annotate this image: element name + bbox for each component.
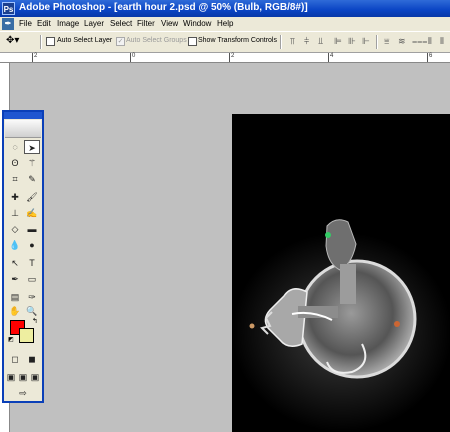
distribute-top-icon[interactable]: ⩸ [384,36,389,47]
brush-tool-icon[interactable]: 🖌 [24,190,40,204]
separator [280,35,282,49]
clone-stamp-tool-icon[interactable]: ⊥ [7,206,23,220]
screen-mode-full-icon[interactable]: ▣ [29,370,41,384]
ruler-label: 6 [429,53,433,59]
hand-tool-icon[interactable]: ✋ [7,304,23,318]
window-title: Adobe Photoshop - [earth hour 2.psd @ 50… [19,2,308,13]
align-left-icon[interactable]: ⊫ [334,36,342,47]
photoshop-app-icon[interactable]: Ps [2,2,15,15]
crop-tool-icon[interactable]: ⌗ [7,172,23,186]
menu-window[interactable]: Window [183,19,211,28]
slice-tool-icon[interactable]: ✎ [24,172,40,186]
horizontal-ruler: 2 0 2 4 6 [0,53,450,63]
auto-select-groups-checkbox: ✓ [116,37,125,46]
menu-filter[interactable]: Filter [137,19,155,28]
screen-mode-full-menu-icon[interactable]: ▣ [17,370,29,384]
pen-tool-icon[interactable]: ✒ [7,272,23,286]
dodge-tool-icon[interactable]: ● [24,238,40,252]
align-right-icon[interactable]: ⊩ [362,36,370,47]
menu-image[interactable]: Image [57,19,79,28]
distribute-vcenter-icon[interactable]: ≋ [398,36,406,47]
healing-brush-tool-icon[interactable]: ✚ [7,190,23,204]
standard-mode-icon[interactable]: ◻ [7,352,23,366]
show-transform-controls-label: Show Transform Controls [198,37,277,44]
feather-logo-icon[interactable]: ✒ [2,18,14,30]
distribute-right-icon[interactable]: ⦀ [440,36,444,47]
menu-view[interactable]: View [161,19,178,28]
path-selection-tool-icon[interactable]: ↖ [7,256,23,270]
document-canvas[interactable] [232,114,450,432]
ruler-label: 4 [330,53,334,59]
menu-file[interactable]: File [19,19,32,28]
quick-mask-mode-icon[interactable]: ◼ [24,352,40,366]
marquee-tool-icon[interactable]: ◌ [7,140,23,154]
shape-tool-icon[interactable]: ▭ [24,272,40,286]
notes-tool-icon[interactable]: ▤ [7,290,23,304]
tools-palette-titlebar[interactable] [4,112,42,119]
ruler-label: 2 [34,53,38,59]
zoom-tool-icon[interactable]: 🔍 [24,304,40,318]
ruler-label: 2 [231,53,235,59]
options-bar: ✥▾ Auto Select Layer ✓ Auto Select Group… [0,31,450,53]
tools-palette[interactable]: ◌ ➤ ʘ ⚚ ⌗ ✎ ✚ 🖌 ⊥ ✍ ◇ ▬ 💧 ● ↖ T ✒ ▭ ▤ ✑ … [2,110,44,403]
menu-bar: ✒ File Edit Image Layer Select Filter Vi… [0,17,450,31]
align-bottom-icon[interactable]: ⫫ [318,36,323,47]
auto-select-groups-label: Auto Select Groups [126,37,187,44]
show-transform-controls-checkbox[interactable] [188,37,197,46]
menu-help[interactable]: Help [217,19,233,28]
lasso-tool-icon[interactable]: ʘ [7,156,23,170]
auto-select-layer-label: Auto Select Layer [57,37,113,44]
eyedropper-tool-icon[interactable]: ✑ [24,290,40,304]
eraser-tool-icon[interactable]: ◇ [7,222,23,236]
bulb-artwork [232,219,450,432]
jump-to-imageready-icon[interactable]: ⇨ [10,386,36,400]
default-colors-icon[interactable]: ◩ [8,337,14,343]
menu-layer[interactable]: Layer [84,19,104,28]
distribute-bottom-icon[interactable]: ⩶ [412,36,427,47]
menu-edit[interactable]: Edit [37,19,51,28]
type-tool-icon[interactable]: T [24,256,40,270]
ruler-label: 0 [132,53,136,59]
distribute-left-icon[interactable]: ⫴ [428,36,432,47]
align-hcenter-icon[interactable]: ⊪ [348,36,356,47]
history-brush-tool-icon[interactable]: ✍ [24,206,40,220]
magic-wand-tool-icon[interactable]: ⚚ [24,156,40,170]
separator [40,35,42,49]
align-top-icon[interactable]: ⫪ [290,36,295,47]
blur-tool-icon[interactable]: 💧 [7,238,23,252]
gradient-tool-icon[interactable]: ▬ [24,222,40,236]
menu-select[interactable]: Select [110,19,132,28]
title-bar: Ps Adobe Photoshop - [earth hour 2.psd @… [0,0,450,17]
screen-mode-standard-icon[interactable]: ▣ [5,370,17,384]
auto-select-layer-checkbox[interactable] [46,37,55,46]
move-tool-icon[interactable]: ➤ [24,140,40,154]
background-color-swatch[interactable] [19,328,34,343]
swap-colors-icon[interactable]: ↰ [32,317,38,325]
align-vcenter-icon[interactable]: ⫩ [304,36,309,47]
feather-header-icon[interactable] [5,120,41,138]
move-tool-preset-icon[interactable]: ✥▾ [6,35,19,46]
separator [376,35,378,49]
